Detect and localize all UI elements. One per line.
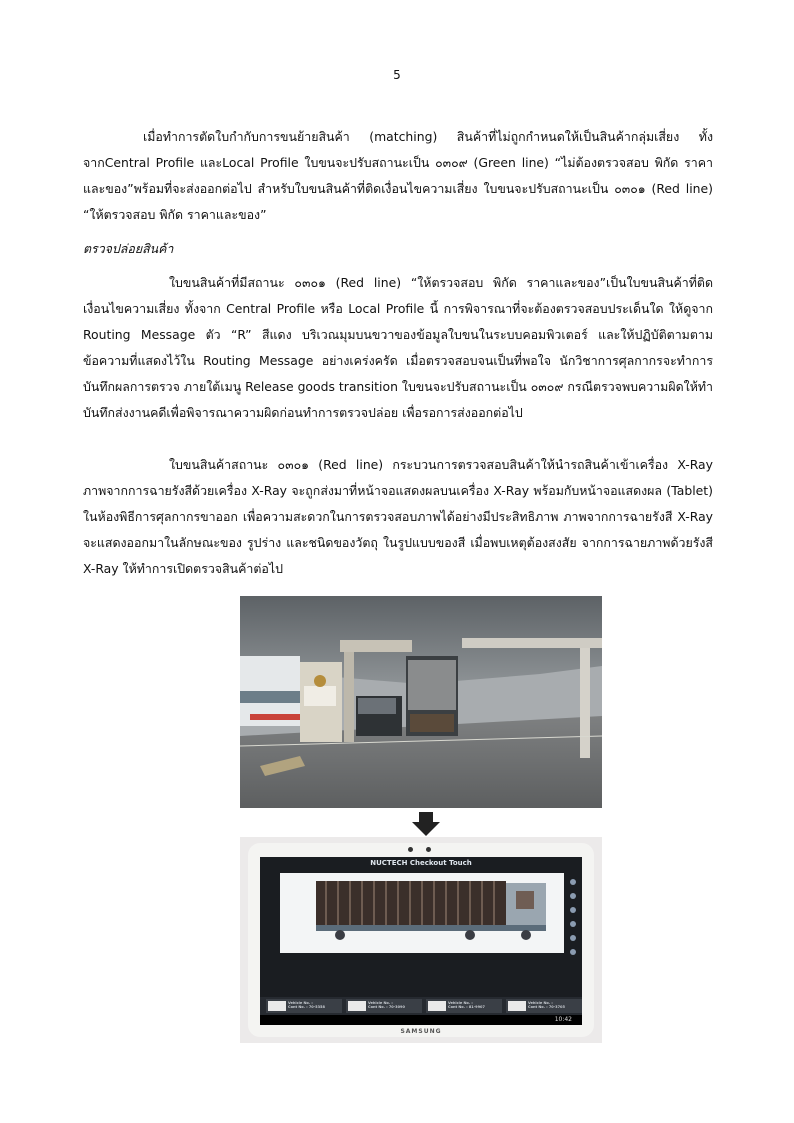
xray-gate-photo bbox=[240, 596, 602, 808]
thumbnail-image bbox=[508, 1001, 526, 1011]
tool-icon[interactable] bbox=[570, 907, 576, 913]
scan-thumbnail[interactable]: Vehicle No. : Cont No. : 81-9907 bbox=[426, 999, 502, 1013]
tool-icon[interactable] bbox=[570, 949, 576, 955]
arrow-down-icon bbox=[412, 812, 440, 836]
scan-thumbnail[interactable]: Vehicle No. : Cont No. : 70-3705 bbox=[506, 999, 582, 1013]
app-title: NUCTECH Checkout Touch bbox=[370, 859, 472, 867]
tool-icon[interactable] bbox=[570, 893, 576, 899]
tablet-frame: NUCTECH Checkout Touch Vehicle No.: Con… bbox=[248, 843, 594, 1037]
android-nav-bar: 10:42 bbox=[260, 1015, 582, 1025]
page-number: 5 bbox=[393, 68, 401, 82]
tool-icon[interactable] bbox=[570, 879, 576, 885]
thumbnail-image bbox=[348, 1001, 366, 1011]
paragraph-red-line: ใบขนสินค้าที่มีสถานะ ๐๓๐๑ (Red line) “ให… bbox=[83, 275, 713, 420]
thumb-container: Cont No. : 70-5358 bbox=[288, 1005, 325, 1009]
tablet-photo: NUCTECH Checkout Touch Vehicle No.: Con… bbox=[240, 837, 602, 1043]
clock: 10:42 bbox=[554, 1016, 572, 1023]
thumb-container: Cont No. : 70-3090 bbox=[368, 1005, 405, 1009]
thumbnail-image bbox=[268, 1001, 286, 1011]
thumb-container: Cont No. : 70-3705 bbox=[528, 1005, 565, 1009]
xray-gate-illustration bbox=[240, 596, 602, 808]
tool-icon[interactable] bbox=[570, 921, 576, 927]
scan-thumbnail[interactable]: Vehicle No. : Cont No. : 70-5358 bbox=[266, 999, 342, 1013]
tool-icon[interactable] bbox=[570, 935, 576, 941]
section-heading: ตรวจปล่อยสินค้า bbox=[83, 241, 174, 256]
tablet-screen: NUCTECH Checkout Touch Vehicle No.: Con… bbox=[260, 857, 582, 1025]
sensor-icon bbox=[426, 847, 431, 852]
thumbnail-image bbox=[428, 1001, 446, 1011]
brand-logo: SAMSUNG bbox=[400, 1028, 442, 1035]
scan-thumbnail[interactable]: Vehicle No. : Cont No. : 70-3090 bbox=[346, 999, 422, 1013]
camera-icon bbox=[408, 847, 413, 852]
tool-palette bbox=[568, 879, 578, 963]
paragraph-matching: เมื่อทำการตัดใบกำกับการขนย้ายสินค้า (mat… bbox=[83, 129, 713, 222]
xray-scan-illustration bbox=[280, 873, 564, 953]
thumb-container: Cont No. : 81-9907 bbox=[448, 1005, 485, 1009]
thumbnail-bar: Vehicle No. : Cont No. : 70-5358 Vehicle … bbox=[260, 997, 582, 1015]
paragraph-xray: ใบขนสินค้าสถานะ ๐๓๐๑ (Red line) กระบวนกา… bbox=[83, 457, 713, 576]
xray-scan-image bbox=[280, 873, 564, 953]
